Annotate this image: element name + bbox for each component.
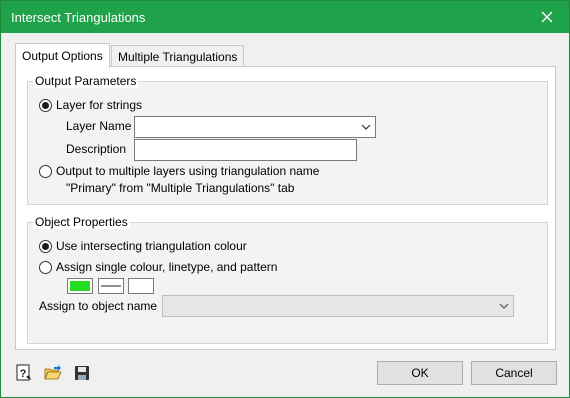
cancel-button[interactable]: Cancel	[471, 361, 557, 385]
group-title: Object Properties	[33, 215, 130, 229]
close-button[interactable]	[525, 1, 569, 33]
multiple-layers-option[interactable]: Output to multiple layers using triangul…	[39, 164, 319, 178]
linetype-icon	[101, 285, 121, 287]
colour-swatch	[70, 281, 90, 291]
multiple-layers-label: Output to multiple layers using triangul…	[56, 164, 320, 178]
help-icon: ?	[16, 364, 31, 381]
open-button[interactable]	[44, 364, 62, 382]
tab-output-options[interactable]: Output Options	[15, 43, 110, 68]
cancel-button-label: Cancel	[495, 366, 533, 380]
layer-name-label: Layer Name	[66, 119, 132, 133]
chevron-down-icon	[499, 303, 509, 309]
assign-object-name-combo[interactable]	[162, 295, 514, 317]
assign-single-colour-option[interactable]: Assign single colour, linetype, and patt…	[39, 260, 277, 274]
description-label: Description	[66, 142, 127, 156]
ok-button[interactable]: OK	[377, 361, 463, 385]
colour-swatch-button[interactable]	[67, 278, 93, 294]
save-icon	[75, 366, 89, 380]
layer-for-strings-option[interactable]: Layer for strings	[39, 98, 142, 112]
assign-single-colour-label: Assign single colour, linetype, and patt…	[56, 260, 278, 274]
assign-object-name-label: Assign to object name	[39, 299, 158, 313]
open-folder-icon	[44, 365, 62, 380]
save-button[interactable]	[73, 364, 91, 382]
description-field[interactable]	[134, 139, 357, 161]
title-bar: Intersect Triangulations	[1, 1, 569, 33]
dialog-window: Intersect Triangulations Output Options …	[0, 0, 570, 398]
linetype-button[interactable]	[98, 278, 124, 294]
window-title: Intersect Triangulations	[11, 10, 146, 25]
multiple-layers-radio[interactable]	[39, 164, 52, 178]
chevron-down-icon	[361, 124, 371, 130]
close-icon	[541, 11, 553, 23]
tab-label: Output Options	[22, 49, 103, 63]
use-intersecting-colour-option[interactable]: Use intersecting triangulation colour	[39, 239, 247, 253]
svg-text:?: ?	[20, 368, 27, 380]
ok-button-label: OK	[411, 366, 429, 380]
pattern-button[interactable]	[128, 278, 154, 294]
layer-for-strings-radio[interactable]	[39, 98, 52, 112]
layer-for-strings-label: Layer for strings	[56, 98, 143, 112]
use-intersecting-colour-label: Use intersecting triangulation colour	[56, 239, 247, 253]
group-title: Output Parameters	[33, 74, 139, 88]
assign-single-colour-radio[interactable]	[39, 260, 52, 274]
help-button[interactable]: ?	[15, 364, 33, 382]
use-intersecting-colour-radio[interactable]	[39, 239, 52, 253]
tab-label: Multiple Triangulations	[118, 49, 238, 64]
layer-name-combo[interactable]	[134, 116, 376, 138]
multiple-layers-note: "Primary" from "Multiple Triangulations"…	[66, 181, 295, 195]
tab-multiple-triangulations[interactable]: Multiple Triangulations	[111, 45, 245, 67]
